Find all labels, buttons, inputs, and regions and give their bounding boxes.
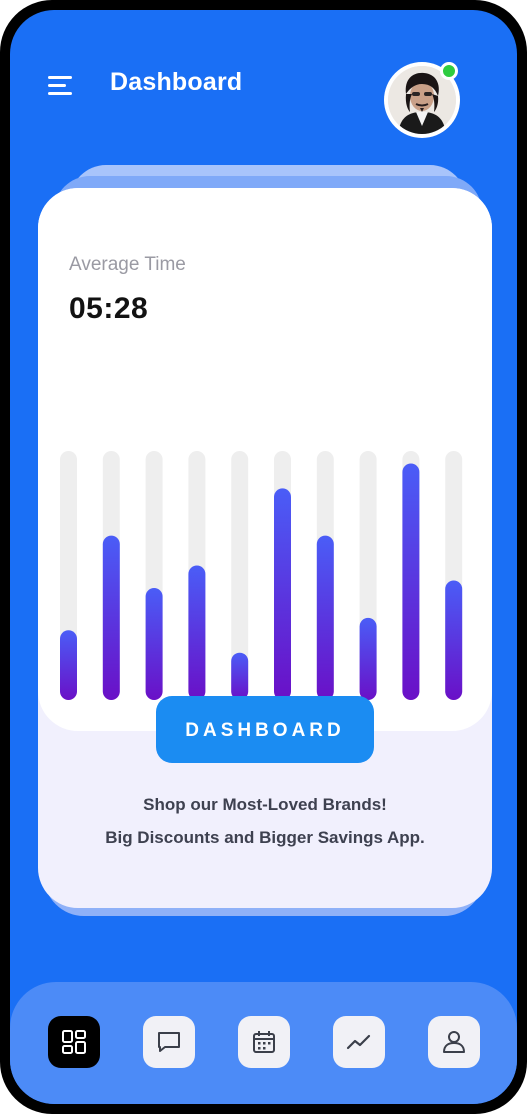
chart-bar [359, 617, 377, 700]
chart-bar [402, 463, 420, 700]
promo-subline: Big Discounts and Bigger Savings App. [105, 828, 425, 847]
online-status-dot [440, 62, 458, 80]
dashboard-grid-icon [62, 1030, 86, 1054]
bottom-nav [10, 982, 517, 1104]
trending-icon [346, 1034, 371, 1050]
chart-bar [60, 630, 77, 700]
chart-bar [102, 535, 120, 700]
dashboard-button[interactable]: DASHBOARD [156, 696, 374, 763]
nav-dashboard[interactable] [48, 1016, 100, 1068]
app-screen: Dashboard Average Time 05:28 DASHBOARD S… [10, 10, 517, 1104]
nav-calendar[interactable] [238, 1016, 290, 1068]
chat-icon [158, 1032, 180, 1052]
chart-bar [231, 652, 249, 700]
chart-bar [145, 587, 163, 700]
profile-icon [443, 1031, 465, 1053]
bar-chart [60, 451, 463, 700]
promo-headline: Shop our Most-Loved Brands! [143, 795, 387, 814]
calendar-icon [253, 1031, 275, 1053]
chart-bar [274, 488, 291, 700]
nav-analytics[interactable] [333, 1016, 385, 1068]
chart-bar [316, 535, 334, 700]
nav-chat[interactable] [143, 1016, 195, 1068]
stats-card-top: Average Time 05:28 [38, 188, 492, 731]
chart-bar [188, 565, 206, 700]
page-title: Dashboard [110, 68, 243, 96]
stats-card: Average Time 05:28 DASHBOARD Shop our Mo… [38, 188, 492, 908]
header: Dashboard [10, 10, 517, 150]
chart-bar [445, 580, 463, 700]
phone-frame: Dashboard Average Time 05:28 DASHBOARD S… [0, 0, 527, 1114]
nav-profile[interactable] [428, 1016, 480, 1068]
menu-icon[interactable] [48, 76, 78, 100]
